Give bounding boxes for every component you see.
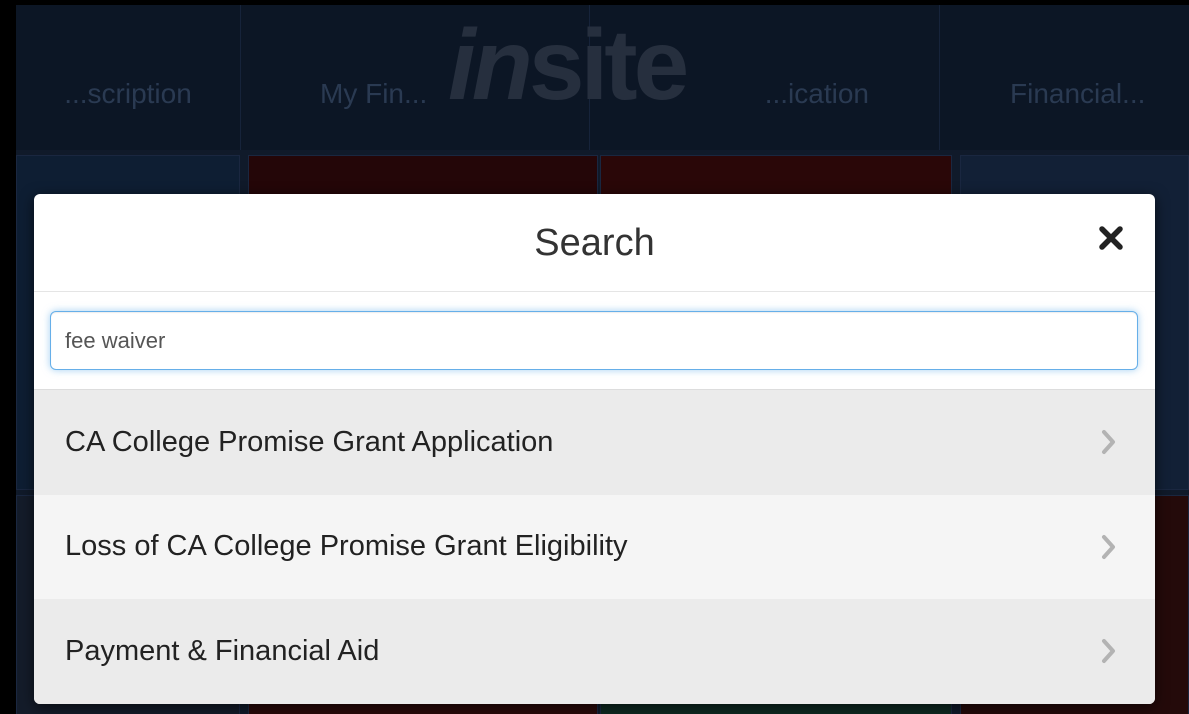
close-icon: [1099, 226, 1123, 250]
search-results: CA College Promise Grant Application Los…: [34, 390, 1155, 704]
search-result-item[interactable]: Loss of CA College Promise Grant Eligibi…: [34, 494, 1155, 600]
chevron-right-icon: [1101, 429, 1117, 455]
background-nav: ...scription My Fin... ...ication Financ…: [16, 5, 1189, 150]
chevron-right-icon: [1101, 638, 1117, 664]
search-modal: Search CA College Promise Grant Applicat…: [34, 194, 1155, 704]
modal-title: Search: [534, 222, 655, 264]
insite-logo: insite: [448, 9, 689, 121]
bg-nav-item: Financial...: [1010, 78, 1146, 109]
bg-nav-item: ...scription: [16, 5, 241, 150]
search-area: [34, 292, 1155, 390]
search-result-label: CA College Promise Grant Application: [65, 425, 554, 458]
search-result-item[interactable]: Payment & Financial Aid: [34, 599, 1155, 704]
chevron-right-icon: [1101, 534, 1117, 560]
modal-header: Search: [34, 194, 1155, 292]
close-button[interactable]: [1089, 216, 1133, 260]
search-input[interactable]: [50, 311, 1138, 370]
search-result-label: Payment & Financial Aid: [65, 634, 380, 667]
search-result-item[interactable]: CA College Promise Grant Application: [34, 390, 1155, 495]
search-result-label: Loss of CA College Promise Grant Eligibi…: [65, 530, 628, 563]
